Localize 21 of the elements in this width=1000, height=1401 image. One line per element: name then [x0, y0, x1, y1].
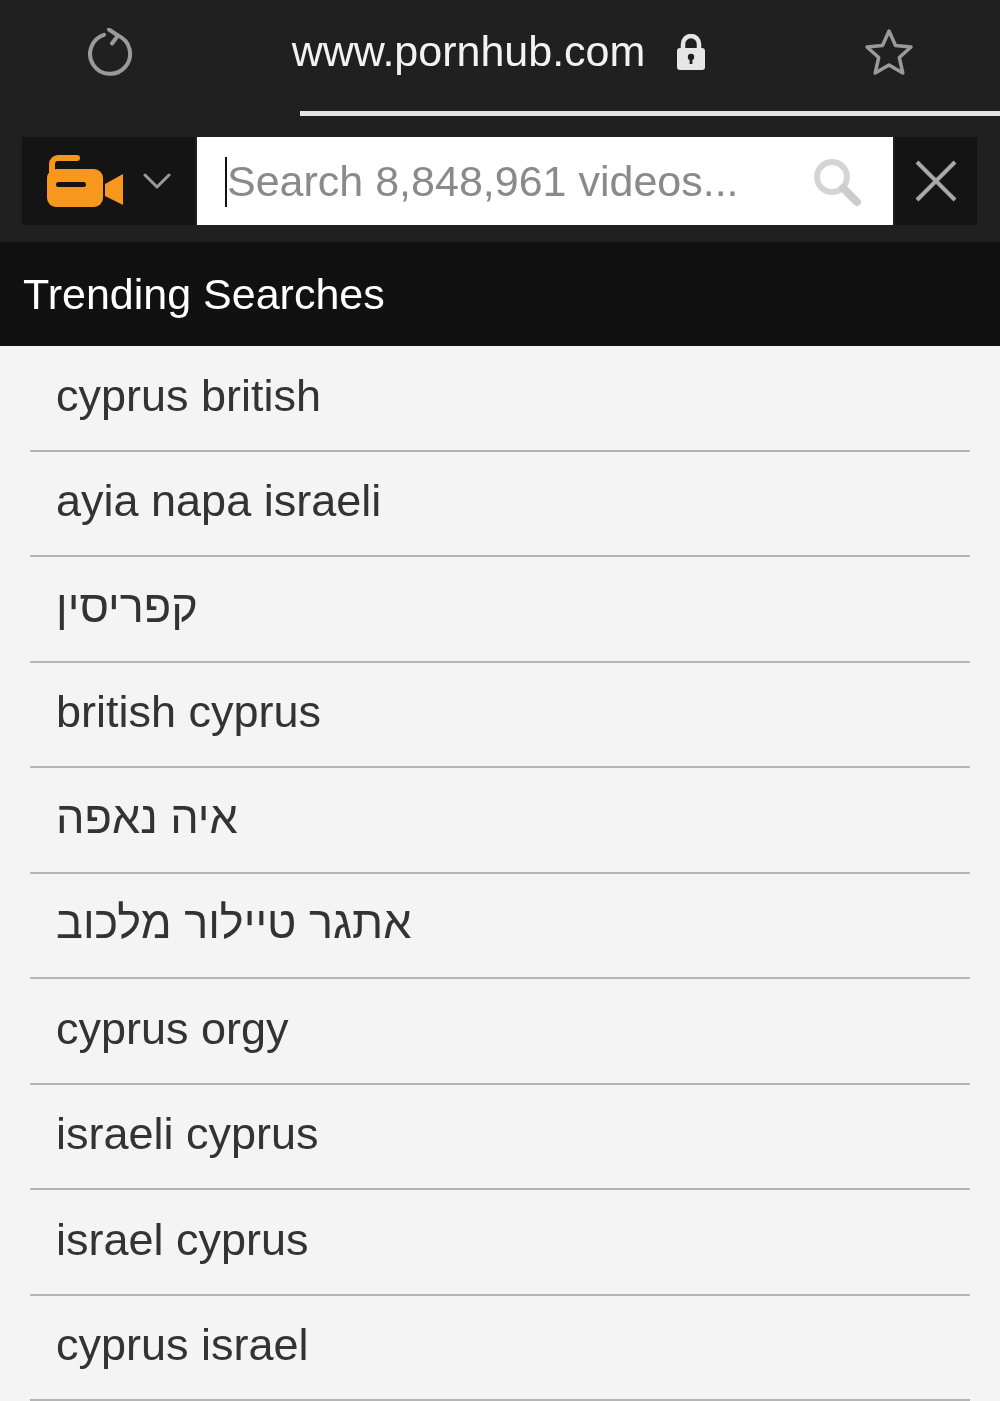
trending-search-link[interactable]: israel cyprus: [30, 1190, 970, 1296]
trending-title: Trending Searches: [23, 269, 385, 319]
close-icon: [914, 159, 958, 204]
reload-icon[interactable]: [87, 27, 135, 76]
trending-search-link[interactable]: אתגר טיילור מלכוב: [30, 873, 970, 979]
text-cursor-icon: [225, 157, 227, 207]
trending-search-link[interactable]: israeli cyprus: [30, 1084, 970, 1190]
chevron-down-icon: [143, 173, 171, 190]
close-button[interactable]: [895, 137, 977, 226]
bookmark-star-icon[interactable]: [864, 27, 914, 76]
trending-search-link[interactable]: ayia napa israeli: [30, 451, 970, 557]
trending-search-link[interactable]: cyprus british: [30, 346, 970, 452]
address-bar-url[interactable]: www.pornhub.com: [291, 27, 646, 76]
trending-search-link[interactable]: cyprus orgy: [30, 979, 970, 1085]
trending-search-link[interactable]: קפריסין: [30, 557, 970, 663]
video-camera-icon: [47, 155, 123, 208]
trending-search-link[interactable]: cyprus israel: [30, 1295, 970, 1401]
category-dropdown[interactable]: [22, 137, 195, 226]
trending-search-link[interactable]: british cyprus: [30, 662, 970, 768]
trending-search-link[interactable]: איה נאפה: [30, 768, 970, 874]
search-field[interactable]: Search 8,848,961 videos...: [197, 137, 893, 226]
